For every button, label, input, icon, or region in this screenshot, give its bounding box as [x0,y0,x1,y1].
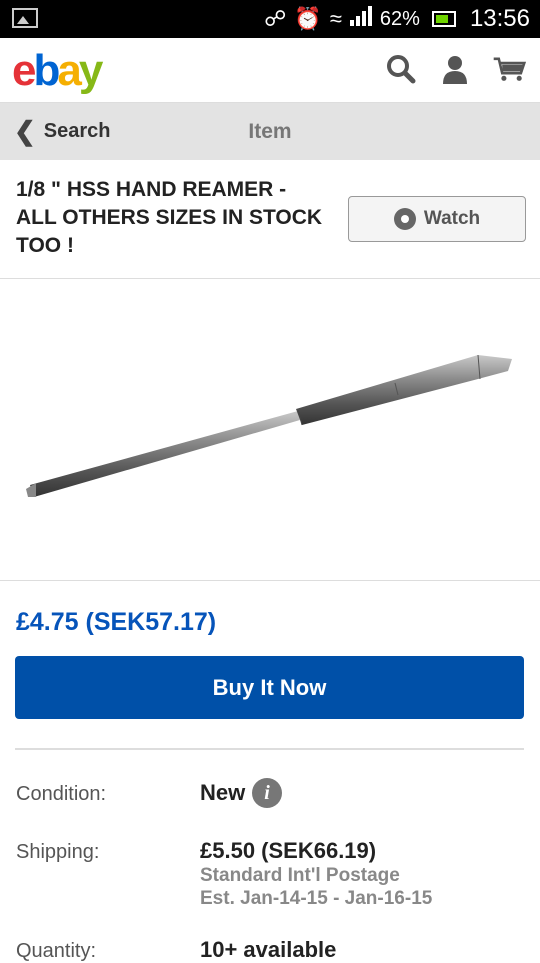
battery-percent: 62% [379,7,420,30]
clock: 13:56 [469,5,530,32]
condition-value: New [200,780,246,805]
shipping-method: Standard Int'l Postage [200,865,400,886]
chevron-left-icon: ❮ [14,116,36,146]
shipping-label: Shipping: [16,841,100,863]
info-icon[interactable]: i [252,778,282,808]
status-icons: ☍ ⏰ ≈ 62% 13:56 [264,5,530,33]
logo-letter-y: y [78,46,104,95]
quantity-available: 10+ available [200,937,337,962]
watch-button[interactable]: Watch [348,196,526,242]
gallery-notification-icon [12,8,38,28]
bluetooth-headset-icon: ☍ [264,6,287,31]
app-header: ebay [0,38,540,103]
logo-letter-e: e [12,46,37,95]
item-title-section: 1/8 " HSS HAND REAMER - ALL OTHERS SIZES… [0,160,540,279]
status-bar: ☍ ⏰ ≈ 62% 13:56 [0,0,540,38]
item-image-container[interactable] [0,279,540,581]
divider [15,748,524,750]
eye-icon [393,208,416,230]
item-price: £4.75 (SEK57.17) [16,608,217,636]
back-label: Search [43,120,111,142]
search-icon[interactable] [384,52,418,86]
shipping-cost: £5.50 (SEK66.19) [200,838,377,863]
cart-icon[interactable] [492,52,526,86]
buy-it-now-button[interactable]: Buy It Now [15,656,524,719]
shipping-estimate: Est. Jan-14-15 - Jan-16-15 [200,888,433,909]
ebay-logo[interactable]: ebay [12,46,104,96]
watch-label: Watch [423,208,481,229]
signal-icon [349,6,372,32]
item-title: 1/8 " HSS HAND REAMER - ALL OTHERS SIZES… [16,178,323,257]
battery-icon [431,11,456,27]
alarm-icon: ⏰ [294,6,322,31]
wifi-icon: ≈ [329,6,342,31]
condition-label: Condition: [16,783,107,805]
account-icon[interactable] [438,52,472,86]
reamer-image [26,354,512,497]
logo-letter-a: a [57,46,82,95]
back-to-search-button[interactable]: ❮ Search [14,103,111,160]
item-nav-bar: ❮ Search Item [0,103,540,160]
logo-letter-b: b [33,46,60,95]
